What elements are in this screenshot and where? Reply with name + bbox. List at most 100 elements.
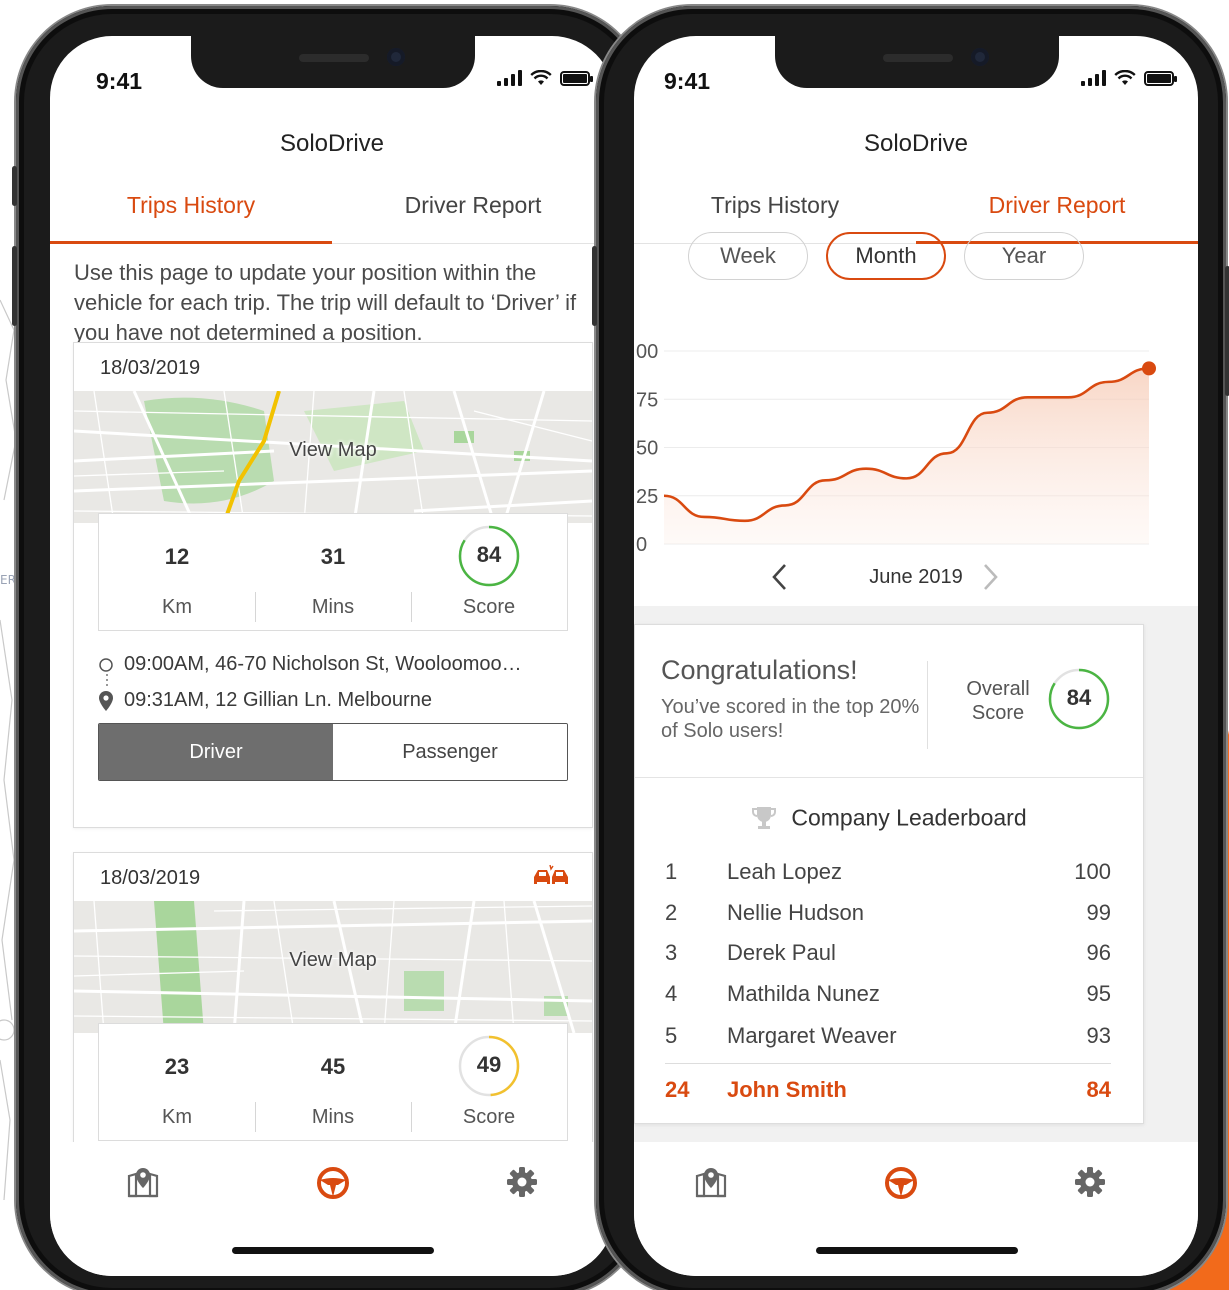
status-time: 9:41 — [96, 68, 143, 94]
distance-label: Km — [162, 1106, 192, 1128]
steering-wheel-icon[interactable] — [884, 1166, 918, 1200]
intro-text: Use this page to update your position wi… — [74, 260, 577, 345]
map-pin-icon[interactable] — [126, 1166, 160, 1198]
map-thumbnail[interactable]: View Map — [74, 391, 592, 523]
leaderboard-rank: 24 — [665, 1077, 690, 1102]
trip-date: 18/03/2019 — [100, 357, 201, 379]
trip-stats: 12 Km 31 Mins 84 Score — [98, 513, 568, 631]
leaderboard-name: Margaret Weaver — [727, 1023, 897, 1048]
leaderboard-rank: 4 — [665, 981, 678, 1006]
stat-score: 84 Score — [411, 514, 567, 630]
chevron-right-icon[interactable] — [980, 562, 1000, 592]
leaderboard-name: Leah Lopez — [727, 859, 842, 884]
trip-end: 09:31AM, 12 Gillian Ln. Melbourne — [98, 689, 432, 712]
month-label: June 2019 — [869, 566, 963, 588]
start-circle-icon — [99, 657, 113, 672]
leaderboard-rank: 3 — [665, 940, 678, 965]
leaderboard-rank: 5 — [665, 1023, 678, 1048]
period-week[interactable]: Week — [688, 232, 808, 280]
app-title: SoloDrive — [279, 130, 385, 157]
period-month[interactable]: Month — [826, 232, 946, 280]
score-value: 84 — [476, 542, 502, 567]
trip-date: 18/03/2019 — [100, 867, 201, 889]
home-indicator[interactable] — [816, 1247, 1018, 1254]
gear-icon[interactable] — [1074, 1166, 1106, 1198]
chart-area — [664, 368, 1149, 544]
leaderboard-score: 96 — [1086, 940, 1111, 965]
leaderboard-name: Nellie Hudson — [727, 900, 864, 925]
chart-latest-point[interactable] — [1142, 361, 1156, 376]
car-crash-icon — [534, 865, 568, 884]
report-area: Congratulations! You’ve scored in the to… — [634, 606, 1198, 1166]
duration-label: Mins — [311, 596, 355, 618]
duration-value: 45 — [320, 1054, 346, 1079]
map-pin-icon — [99, 690, 113, 711]
passenger-option[interactable]: Passenger — [333, 724, 567, 780]
stat-distance: 12 Km — [99, 514, 255, 630]
stat-distance: 23 Km — [99, 1024, 255, 1140]
notch — [775, 36, 1059, 88]
app-title: SoloDrive — [863, 130, 969, 157]
score-value: 49 — [476, 1052, 502, 1077]
battery-icon — [1144, 71, 1177, 86]
position-toggle: Driver Passenger — [98, 723, 568, 781]
phone-volume-up — [12, 246, 17, 326]
driver-option[interactable]: Driver — [99, 724, 333, 780]
bottom-nav — [634, 1142, 1198, 1276]
cellular-signal-icon — [1081, 70, 1106, 86]
wifi-icon — [1114, 70, 1136, 85]
score-ring: 84 — [457, 524, 521, 588]
leaderboard-title-text: Company Leaderboard — [791, 804, 1027, 831]
phone-trips-history: 9:41 SoloDrive Trips History Driver Repo… — [12, 6, 646, 1290]
period-year[interactable]: Year — [964, 232, 1084, 280]
duration-value: 31 — [320, 544, 346, 569]
distance-value: 12 — [164, 544, 190, 569]
status-icons — [1081, 70, 1177, 86]
map-pin-icon[interactable] — [694, 1166, 728, 1198]
stat-duration: 31 Mins — [255, 514, 411, 630]
screen: 9:41 SoloDrive Trips History Driver Repo… — [634, 36, 1198, 1276]
bottom-nav — [50, 1142, 614, 1276]
overall-score-ring: 84 — [1047, 667, 1111, 731]
chart-y-tick-label: 75 — [636, 389, 658, 411]
cellular-signal-icon — [497, 70, 522, 86]
report-card: Congratulations! You’ve scored in the to… — [634, 624, 1144, 1124]
score-label: Score — [462, 1106, 516, 1128]
leaderboard-score: 84 — [1086, 1077, 1111, 1102]
view-map-label[interactable]: View Map — [74, 949, 592, 972]
period-selector: Week Month Year — [688, 232, 1084, 280]
leaderboard-rank: 1 — [665, 859, 678, 884]
overall-score-label: Overall Score — [966, 678, 1030, 724]
map-thumbnail[interactable]: View Map — [74, 901, 592, 1033]
view-map-label[interactable]: View Map — [74, 439, 592, 462]
tab-driver-report[interactable]: Driver Report — [332, 176, 614, 243]
divider — [635, 777, 1143, 778]
chart-y-tick-label: 50 — [636, 438, 658, 460]
notch — [191, 36, 475, 88]
end-address: 09:31AM, 12 Gillian Ln. Melbourne — [124, 689, 432, 711]
leaderboard-name: Mathilda Nunez — [727, 981, 880, 1006]
status-time: 9:41 — [664, 68, 711, 94]
status-icons — [497, 70, 593, 86]
leaderboard-score: 95 — [1086, 981, 1111, 1006]
home-indicator[interactable] — [232, 1247, 434, 1254]
gear-icon[interactable] — [506, 1166, 538, 1198]
tab-trips-history[interactable]: Trips History — [50, 176, 332, 244]
congrats-title: Congratulations! — [661, 655, 858, 685]
phone-driver-report: 9:41 SoloDrive Trips History Driver Repo… — [592, 6, 1229, 1290]
trip-start: 09:00AM, 46-70 Nicholson St, Wooloomoo… — [98, 653, 522, 676]
wifi-icon — [530, 70, 552, 85]
overall-score-value: 84 — [1066, 685, 1092, 710]
trip-card: 18/03/2019 — [73, 342, 593, 828]
steering-wheel-icon[interactable] — [316, 1166, 350, 1200]
month-navigator: June 2019 — [634, 558, 1198, 598]
score-label: Score — [462, 596, 516, 618]
trophy-icon — [752, 806, 777, 829]
phone-power-button — [1225, 266, 1229, 396]
chart-y-tick-label: 00 — [636, 341, 658, 363]
leaderboard-title: Company Leaderboard — [635, 803, 1143, 831]
leaderboard-score: 99 — [1086, 900, 1111, 925]
tab-bar: Trips History Driver Report — [50, 176, 614, 244]
leaderboard-name: John Smith — [727, 1077, 847, 1102]
divider — [665, 1063, 1111, 1064]
